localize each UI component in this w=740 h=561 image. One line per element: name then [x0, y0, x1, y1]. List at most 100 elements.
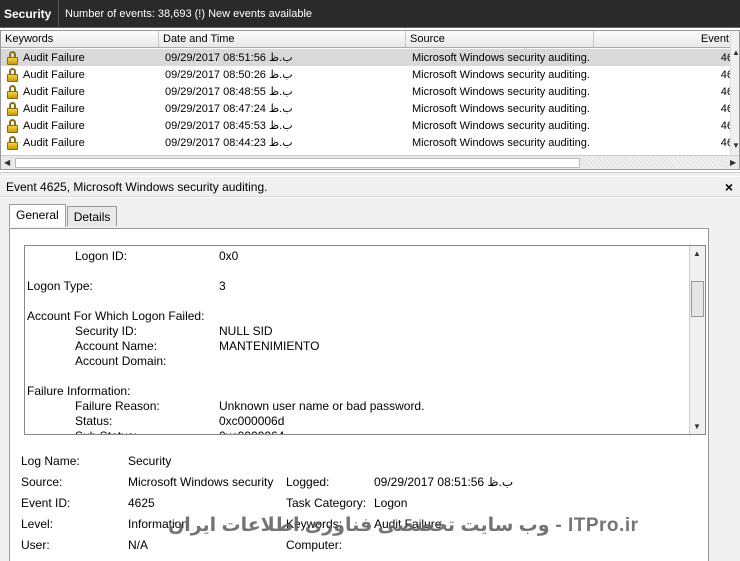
task-category-value: Logon: [374, 496, 408, 510]
tab-general[interactable]: General: [9, 204, 66, 227]
table-row[interactable]: Audit Failure 09/29/2017 08:44:23 ب.ظ Mi…: [1, 134, 733, 151]
scroll-up-icon[interactable]: ▲: [693, 249, 701, 258]
pane-splitter[interactable]: [0, 172, 740, 176]
lock-icon: [6, 67, 19, 82]
row-keyword: Audit Failure: [23, 119, 85, 132]
row-datetime: 09/29/2017 08:45:53 ب.ظ: [165, 120, 293, 132]
description-line-value: NULL SID: [219, 324, 273, 338]
log-name-value: Security: [128, 454, 172, 468]
tab-details[interactable]: Details: [66, 206, 118, 226]
row-event: 46: [720, 51, 733, 64]
table-row[interactable]: Audit Failure 09/29/2017 08:47:24 ب.ظ Mi…: [1, 100, 733, 117]
column-event[interactable]: Event: [594, 31, 734, 47]
detail-title: Event 4625, Microsoft Windows security a…: [6, 179, 268, 194]
event-id-value: 4625: [128, 496, 155, 510]
user-label: User:: [21, 538, 50, 552]
scroll-down-icon[interactable]: ▼: [693, 422, 701, 431]
lock-icon: [6, 84, 19, 99]
row-keyword: Audit Failure: [23, 85, 85, 98]
row-event: 46: [720, 68, 733, 81]
row-datetime: 09/29/2017 08:51:56 ب.ظ: [165, 52, 293, 64]
description-line-label: Account Domain:: [75, 354, 167, 368]
description-line-value: 0x0: [219, 249, 239, 263]
source-label: Source:: [21, 475, 63, 489]
horizontal-scroll-track[interactable]: [582, 158, 727, 168]
event-rows: Audit Failure 09/29/2017 08:51:56 ب.ظ Mi…: [1, 49, 733, 151]
row-source: Microsoft Windows security auditing.: [412, 51, 590, 64]
column-date-time[interactable]: Date and Time: [159, 31, 406, 47]
description-line-label: Failure Reason:: [75, 399, 160, 413]
list-horizontal-scrollbar[interactable]: ◀ ▶: [1, 155, 739, 169]
column-source[interactable]: Source: [406, 31, 594, 47]
lock-icon: [6, 50, 19, 65]
level-label: Level:: [21, 517, 54, 531]
event-count-info: Number of events: 38,693 (!) New events …: [65, 7, 313, 20]
close-icon[interactable]: ×: [722, 179, 736, 195]
row-keyword: Audit Failure: [23, 68, 85, 81]
lock-icon: [6, 101, 19, 116]
row-datetime: 09/29/2017 08:48:55 ب.ظ: [165, 86, 293, 98]
source-value: Microsoft Windows security: [128, 475, 274, 489]
description-line-label: Security ID:: [75, 324, 138, 338]
scroll-left-icon[interactable]: ◀: [4, 158, 10, 167]
computer-label: Computer:: [286, 538, 343, 552]
table-row[interactable]: Audit Failure 09/29/2017 08:50:26 ب.ظ Mi…: [1, 66, 733, 83]
user-value: N/A: [128, 538, 149, 552]
scroll-down-icon[interactable]: ▼: [732, 141, 739, 150]
lock-icon: [6, 135, 19, 150]
table-row[interactable]: Audit Failure 09/29/2017 08:51:56 ب.ظ Mi…: [1, 49, 733, 66]
description-line-label: Account For Which Logon Failed:: [27, 309, 205, 323]
row-source: Microsoft Windows security auditing.: [412, 102, 590, 115]
description-scrollbar[interactable]: ▲ ▼: [689, 246, 705, 434]
description-scroll-thumb[interactable]: [691, 281, 704, 317]
logged-label: Logged:: [286, 475, 330, 489]
row-event: 46: [720, 102, 733, 115]
row-event: 46: [720, 85, 733, 98]
table-row[interactable]: Audit Failure 09/29/2017 08:45:53 ب.ظ Mi…: [1, 117, 733, 134]
table-row[interactable]: Audit Failure 09/29/2017 08:48:55 ب.ظ Mi…: [1, 83, 733, 100]
description-line-value: 0xc000006d: [219, 414, 285, 428]
row-source: Microsoft Windows security auditing.: [412, 136, 590, 149]
column-keywords[interactable]: Keywords: [1, 31, 159, 47]
row-keyword: Audit Failure: [23, 51, 85, 64]
description-line-label: Failure Information:: [27, 384, 131, 398]
detail-tabs: General Details: [9, 204, 118, 227]
description-line-value: 0xc0000064: [219, 429, 284, 434]
horizontal-scroll-thumb[interactable]: [15, 158, 580, 168]
row-datetime: 09/29/2017 08:47:24 ب.ظ: [165, 103, 293, 115]
description-line-label: Logon ID:: [75, 249, 128, 263]
event-description-textbox[interactable]: Logon ID: 0x0 Logon Type: 3 Account For Whic…: [24, 245, 706, 435]
detail-pane: General Details Logon ID: 0x0 Logon Type: 3…: [0, 198, 740, 561]
log-title: Security: [4, 6, 52, 21]
redacted-computer-value: [370, 539, 485, 551]
task-category-label: Task Category:: [286, 496, 367, 510]
general-tab-panel: Logon ID: 0x0 Logon Type: 3 Account For Whic…: [9, 228, 709, 561]
header-bar: Security Number of events: 38,693 (!) Ne…: [0, 0, 740, 28]
description-line-label: Logon Type:: [27, 279, 93, 293]
scroll-up-icon[interactable]: ▲: [732, 48, 739, 57]
scroll-right-icon[interactable]: ▶: [730, 158, 736, 167]
row-event: 46: [720, 119, 733, 132]
row-source: Microsoft Windows security auditing.: [412, 85, 590, 98]
row-datetime: 09/29/2017 08:50:26 ب.ظ: [165, 69, 293, 81]
row-event: 46: [720, 136, 733, 149]
description-line-label: Account Name:: [75, 339, 158, 353]
row-source: Microsoft Windows security auditing.: [412, 68, 590, 81]
description-line-label: Sub Status:: [75, 429, 137, 434]
logged-value: 09/29/2017 08:51:56 ب.ظ: [374, 475, 514, 489]
column-header-row: Keywords Date and Time Source Event: [1, 31, 739, 48]
description-line-label: Status:: [75, 414, 113, 428]
watermark-text: ITPro.ir - وب سایت تخصصی فناوری اطلاعات …: [168, 515, 639, 536]
lock-icon: [6, 118, 19, 133]
events-list[interactable]: Keywords Date and Time Source Event Audi…: [0, 30, 740, 170]
list-vertical-scrollbar[interactable]: ▲ ▼: [730, 31, 739, 169]
description-line-value: 3: [219, 279, 226, 293]
header-separator: [58, 0, 59, 28]
event-id-label: Event ID:: [21, 496, 71, 510]
row-keyword: Audit Failure: [23, 102, 85, 115]
row-keyword: Audit Failure: [23, 136, 85, 149]
row-source: Microsoft Windows security auditing.: [412, 119, 590, 132]
log-name-label: Log Name:: [21, 454, 80, 468]
row-datetime: 09/29/2017 08:44:23 ب.ظ: [165, 137, 293, 149]
description-line-value: Unknown user name or bad password.: [219, 399, 425, 413]
